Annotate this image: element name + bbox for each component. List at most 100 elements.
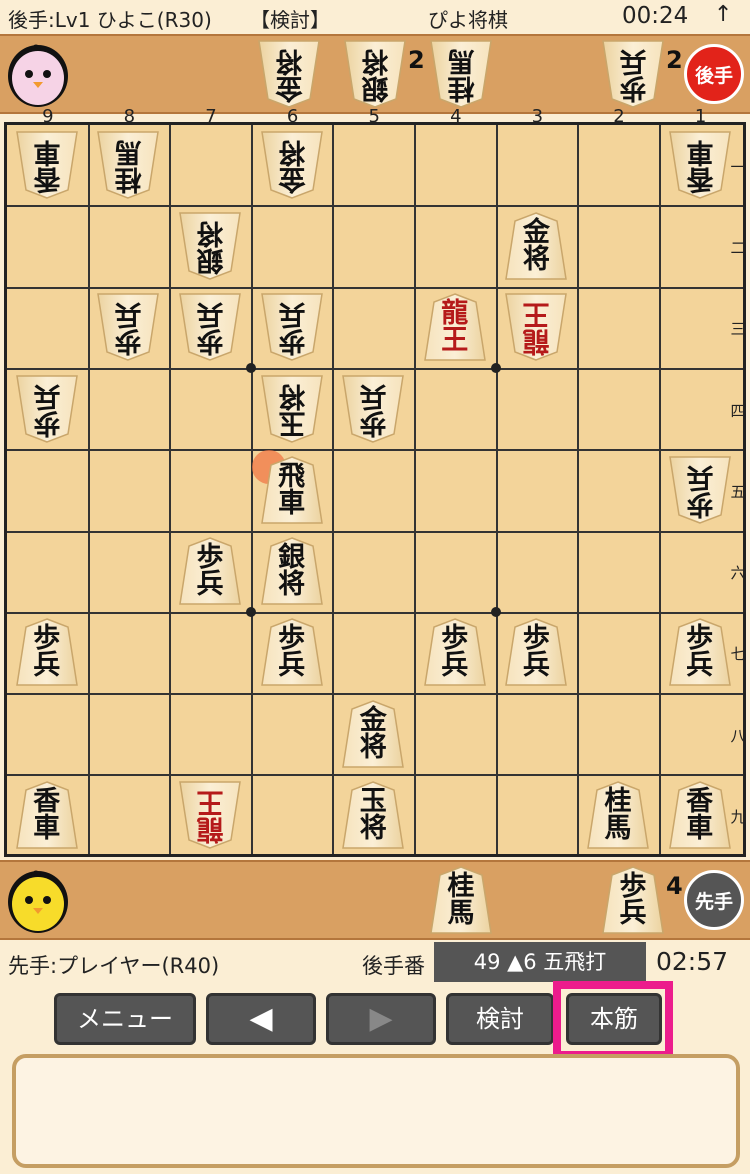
sente-timer: 02:57	[656, 947, 729, 976]
star-point	[490, 362, 501, 373]
shogi-piece-63[interactable]: 歩兵	[259, 292, 325, 362]
app-title: ぴよ将棋	[428, 8, 508, 32]
piece-char-top: 歩	[278, 325, 306, 357]
piece-char-top: 銀	[196, 243, 224, 275]
next-move-button[interactable]: ▶	[326, 993, 436, 1045]
piece-char-bottom: 車	[686, 135, 714, 167]
piece-char-top: 桂	[447, 72, 475, 103]
piece-char-bottom: 兵	[196, 298, 224, 330]
gote-timer: 00:24	[622, 3, 689, 29]
piece-char-bottom: 将	[359, 731, 387, 763]
message-box	[12, 1054, 740, 1168]
shogi-piece-hand-0[interactable]: 桂馬	[428, 865, 494, 935]
shogi-piece-91[interactable]: 香車	[14, 130, 80, 200]
hand-piece-count: 2	[666, 46, 683, 74]
grid-line-horizontal	[7, 693, 743, 696]
piece-char-bottom: 将	[522, 243, 550, 275]
hand-piece-count: 2	[408, 46, 425, 74]
piece-char-bottom: 兵	[278, 298, 306, 330]
shogi-piece-79[interactable]: 龍王	[177, 780, 243, 850]
shogi-piece-58[interactable]: 金将	[340, 699, 406, 769]
message-text	[16, 1058, 736, 1078]
piece-char-bottom: 王	[522, 298, 550, 330]
shogi-piece-33[interactable]: 龍王	[503, 292, 569, 362]
piece-char-top: 歩	[686, 487, 714, 519]
shogi-piece-99[interactable]: 香車	[14, 780, 80, 850]
shogi-piece-61[interactable]: 金将	[259, 130, 325, 200]
gote-badge: 後手	[684, 44, 744, 104]
shogi-piece-97[interactable]: 歩兵	[14, 617, 80, 687]
row-label: 九	[730, 808, 746, 827]
move-display: 49 ▲6 五飛打	[434, 942, 646, 982]
piece-char-top: 歩	[619, 72, 647, 103]
turn-label: 後手番	[362, 954, 425, 978]
shogi-piece-hand-1[interactable]: 銀将	[342, 39, 408, 109]
shogi-piece-47[interactable]: 歩兵	[422, 617, 488, 687]
grid-line-vertical	[332, 125, 335, 854]
shogi-piece-83[interactable]: 歩兵	[95, 292, 161, 362]
piece-char-bottom: 兵	[686, 650, 714, 682]
shogi-piece-65[interactable]: 飛車	[259, 455, 325, 525]
shogi-piece-59[interactable]: 玉将	[340, 780, 406, 850]
row-label: 四	[730, 401, 746, 420]
top-status-bar: 後手:Lv1 ひよこ(R30) 【検討】 ぴよ将棋 00:24 ↑	[0, 0, 750, 34]
shogi-piece-43[interactable]: 龍王	[422, 292, 488, 362]
shogi-piece-11[interactable]: 香車	[667, 130, 733, 200]
shogi-piece-66[interactable]: 銀将	[259, 536, 325, 606]
shogi-piece-72[interactable]: 銀将	[177, 211, 243, 281]
piece-char-top: 金	[278, 162, 306, 194]
piece-char-bottom: 馬	[447, 45, 475, 76]
hand-piece-count: 4	[666, 872, 683, 900]
piece-char-bottom: 兵	[619, 45, 647, 76]
shogi-piece-94[interactable]: 歩兵	[14, 374, 80, 444]
sente-badge: 先手	[684, 870, 744, 930]
up-arrow-icon[interactable]: ↑	[714, 2, 732, 27]
piece-char-top: 龍	[522, 325, 550, 357]
piece-char-bottom: 兵	[114, 298, 142, 330]
shogi-piece-32[interactable]: 金将	[503, 211, 569, 281]
shogi-piece-64[interactable]: 玉将	[259, 374, 325, 444]
shogi-piece-67[interactable]: 歩兵	[259, 617, 325, 687]
piece-char-top: 玉	[278, 406, 306, 438]
shogi-piece-17[interactable]: 歩兵	[667, 617, 733, 687]
shogi-piece-73[interactable]: 歩兵	[177, 292, 243, 362]
shogi-board[interactable]: 香車桂馬金将香車銀将金将歩兵歩兵歩兵龍王龍王歩兵玉将歩兵飛車歩兵歩兵銀将歩兵歩兵…	[4, 122, 746, 857]
shogi-piece-hand-0[interactable]: 金将	[256, 39, 322, 109]
piece-char-top: 香	[686, 162, 714, 194]
piece-char-bottom: 車	[686, 813, 714, 845]
shogi-piece-hand-1[interactable]: 歩兵	[600, 865, 666, 935]
piece-char-bottom: 馬	[604, 813, 632, 845]
piece-char-bottom: 馬	[447, 898, 475, 929]
piece-char-top: 歩	[196, 325, 224, 357]
piece-char-top: 桂	[114, 162, 142, 194]
grid-line-horizontal	[7, 449, 743, 452]
piece-char-bottom: 将	[359, 813, 387, 845]
menu-button[interactable]: メニュー	[54, 993, 196, 1045]
shogi-piece-hand-3[interactable]: 歩兵	[600, 39, 666, 109]
row-label: 五	[730, 482, 746, 501]
shogi-piece-19[interactable]: 香車	[667, 780, 733, 850]
piece-char-top: 銀	[361, 72, 389, 103]
piece-char-bottom: 兵	[441, 650, 469, 682]
sente-player-info: 先手:プレイヤー(R40)	[8, 954, 220, 978]
prev-move-button[interactable]: ◀	[206, 993, 316, 1045]
shogi-piece-54[interactable]: 歩兵	[340, 374, 406, 444]
shogi-piece-76[interactable]: 歩兵	[177, 536, 243, 606]
piece-char-bottom: 兵	[522, 650, 550, 682]
grid-line-vertical	[577, 125, 580, 854]
mode-label: 【検討】	[250, 8, 330, 32]
shogi-piece-37[interactable]: 歩兵	[503, 617, 569, 687]
row-label: 七	[730, 645, 746, 664]
shogi-piece-hand-2[interactable]: 桂馬	[428, 39, 494, 109]
kento-button[interactable]: 検討	[446, 993, 554, 1045]
piece-char-top: 歩	[33, 406, 61, 438]
shogi-piece-81[interactable]: 桂馬	[95, 130, 161, 200]
shogi-piece-15[interactable]: 歩兵	[667, 455, 733, 525]
piece-char-bottom: 将	[278, 135, 306, 167]
shogi-piece-29[interactable]: 桂馬	[585, 780, 651, 850]
grid-line-horizontal	[7, 530, 743, 533]
piece-char-bottom: 兵	[33, 650, 61, 682]
honsuji-button[interactable]: 本筋	[566, 993, 662, 1045]
piece-char-bottom: 王	[441, 325, 469, 357]
piece-char-top: 香	[33, 162, 61, 194]
